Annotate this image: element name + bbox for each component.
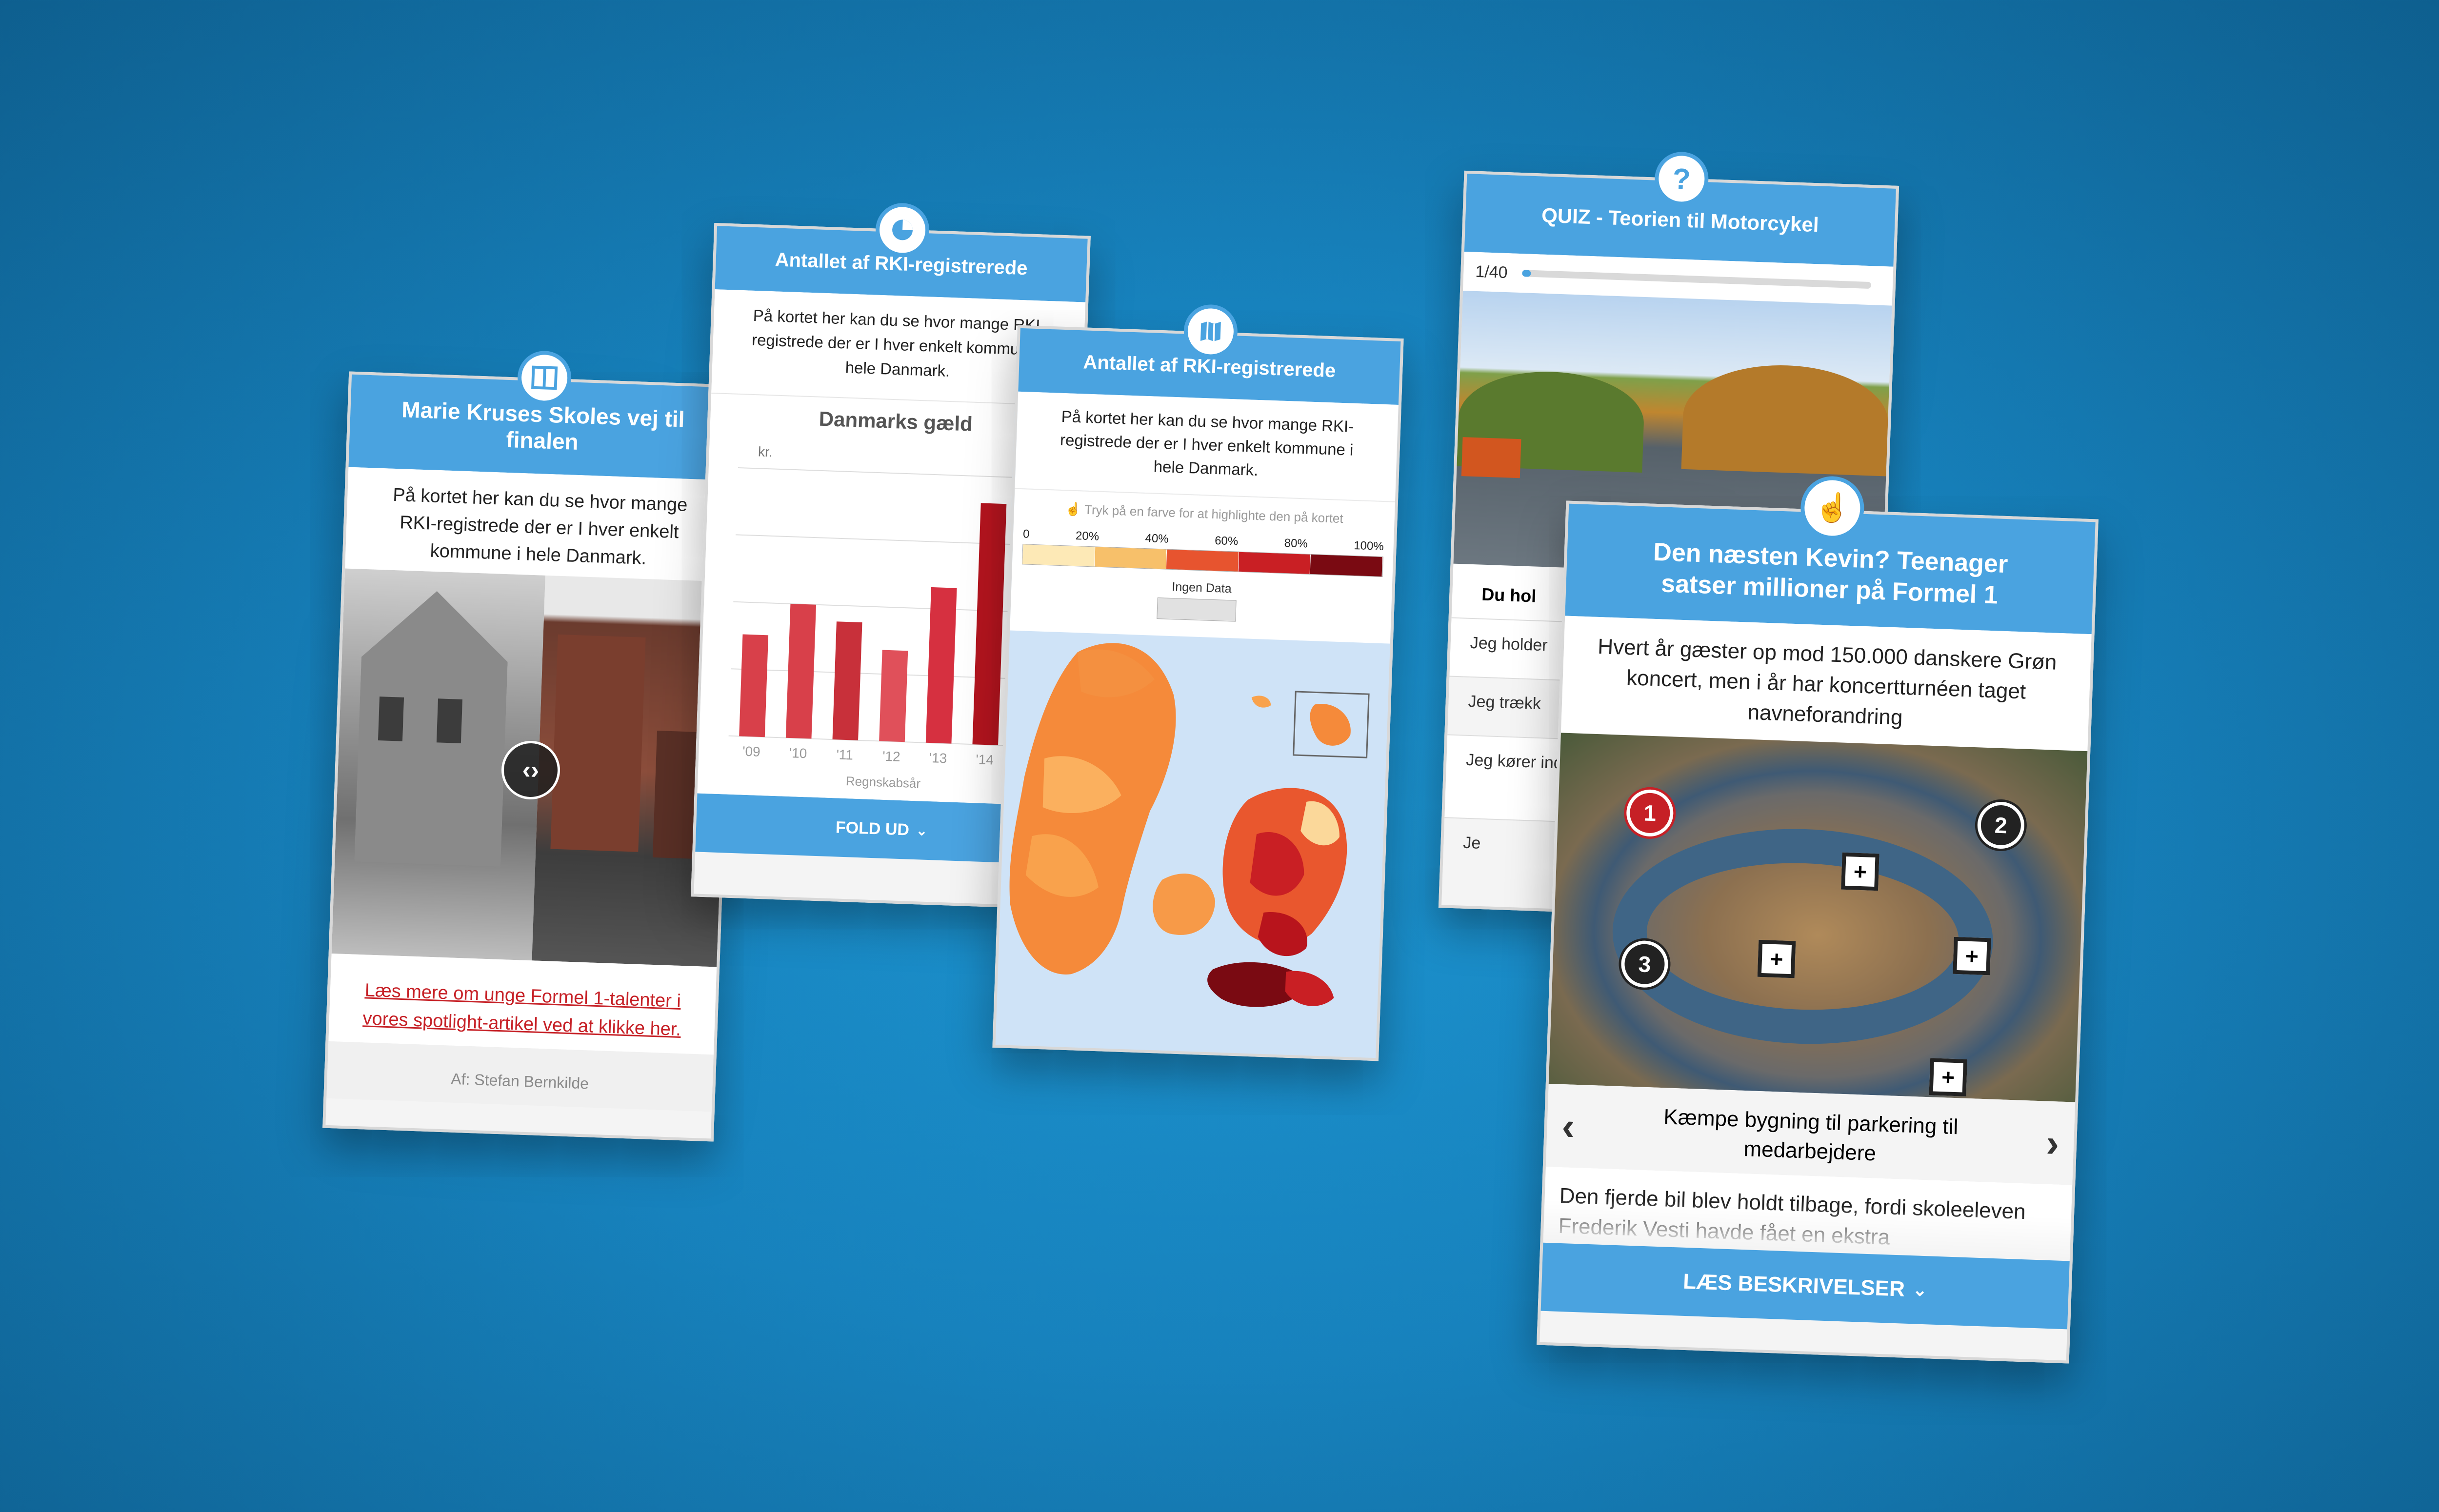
previous-arrow-icon[interactable]: ‹ xyxy=(1561,1104,1576,1149)
legend-swatch[interactable] xyxy=(1022,544,1095,567)
hotspot-plus-3[interactable]: + xyxy=(1953,936,1991,975)
x-tick-label: '13 xyxy=(929,750,947,766)
no-data-swatch[interactable] xyxy=(1157,597,1237,622)
denmark-choropleth-map[interactable] xyxy=(995,630,1390,1068)
hotspot-plus-1[interactable]: + xyxy=(1841,852,1879,891)
bar-09[interactable] xyxy=(739,634,769,737)
x-tick-label: '14 xyxy=(976,752,994,767)
bar-10[interactable] xyxy=(785,603,817,739)
map-card: Antallet af RKI-registrerede På kortet h… xyxy=(992,303,1404,1061)
tap-icon: ☝ xyxy=(1065,501,1081,517)
chevron-down-icon: ⌄ xyxy=(1912,1279,1928,1300)
before-after-image[interactable]: ‹› xyxy=(331,568,730,967)
hotspot-marker-2[interactable]: 2 xyxy=(1977,801,2025,850)
hotspot-marker-1[interactable]: 1 xyxy=(1625,789,1674,837)
chevron-down-icon: ⌄ xyxy=(916,822,928,838)
bar-14[interactable] xyxy=(972,503,1007,745)
legend-swatch[interactable] xyxy=(1094,547,1167,569)
quiz-progress-count: 1/40 xyxy=(1475,262,1508,282)
spotlight-article-link[interactable]: Læs mere om unge Formel 1-talenter i vor… xyxy=(362,980,681,1040)
plus-icon: + xyxy=(1941,1064,1956,1090)
hotspot-card: ☝ Den næsten Kevin? Teenager satser mill… xyxy=(1537,475,2099,1364)
x-tick-label: '11 xyxy=(836,747,853,762)
read-descriptions-label: LÆS BESKRIVELSER xyxy=(1682,1269,1905,1301)
no-data-label: Ingen Data xyxy=(1171,580,1232,596)
bar-13[interactable] xyxy=(925,587,957,744)
hotspot-card-description: Hvert år gæster op mod 150.000 danskere … xyxy=(1560,616,2092,752)
legend-tick: 0 xyxy=(1022,527,1030,541)
legend-tick: 20% xyxy=(1075,529,1100,543)
legend-swatch[interactable] xyxy=(1310,554,1383,577)
legend-swatch[interactable] xyxy=(1238,552,1311,574)
map-card-description: På kortet her kan du se hvor mange RKI-r… xyxy=(1015,391,1399,501)
hotspot-plus-2[interactable]: + xyxy=(1757,939,1796,978)
map-legend: ☝ Tryk på en farve for at highlighte den… xyxy=(1010,488,1395,644)
bornholm-region xyxy=(1310,704,1351,746)
hotspot-image: 123 + + + + xyxy=(1548,733,2088,1102)
slider-card: Marie Kruses Skoles vej til finalen På k… xyxy=(322,350,740,1142)
slider-card-description: På kortet her kan du se hvor mange RKI-r… xyxy=(345,467,734,582)
chart-unit: kr. xyxy=(758,444,773,460)
legend-tick: 60% xyxy=(1214,534,1239,548)
hotspot-plus-4[interactable]: + xyxy=(1929,1058,1968,1096)
plus-icon: + xyxy=(1853,858,1867,885)
legend-tick: 80% xyxy=(1284,536,1308,551)
next-arrow-icon[interactable]: › xyxy=(2045,1121,2060,1166)
legend-tick: 40% xyxy=(1145,532,1169,546)
plus-icon: + xyxy=(1965,943,1979,969)
x-tick-label: '09 xyxy=(742,744,761,759)
bar-11[interactable] xyxy=(832,621,862,740)
funen-region xyxy=(1153,874,1216,935)
plus-icon: + xyxy=(1769,946,1784,972)
x-tick-label: '12 xyxy=(882,749,901,764)
fold-out-label: FOLD UD xyxy=(835,817,910,839)
quiz-progress-bar xyxy=(1522,270,1872,289)
legend-tick: 100% xyxy=(1353,538,1384,554)
legend-swatch[interactable] xyxy=(1166,549,1239,572)
legend-hint: Tryk på en farve for at highlighte den p… xyxy=(1084,502,1344,526)
drag-arrows-icon: ‹› xyxy=(521,756,540,785)
x-tick-label: '10 xyxy=(789,745,807,761)
bar-12[interactable] xyxy=(879,650,908,742)
